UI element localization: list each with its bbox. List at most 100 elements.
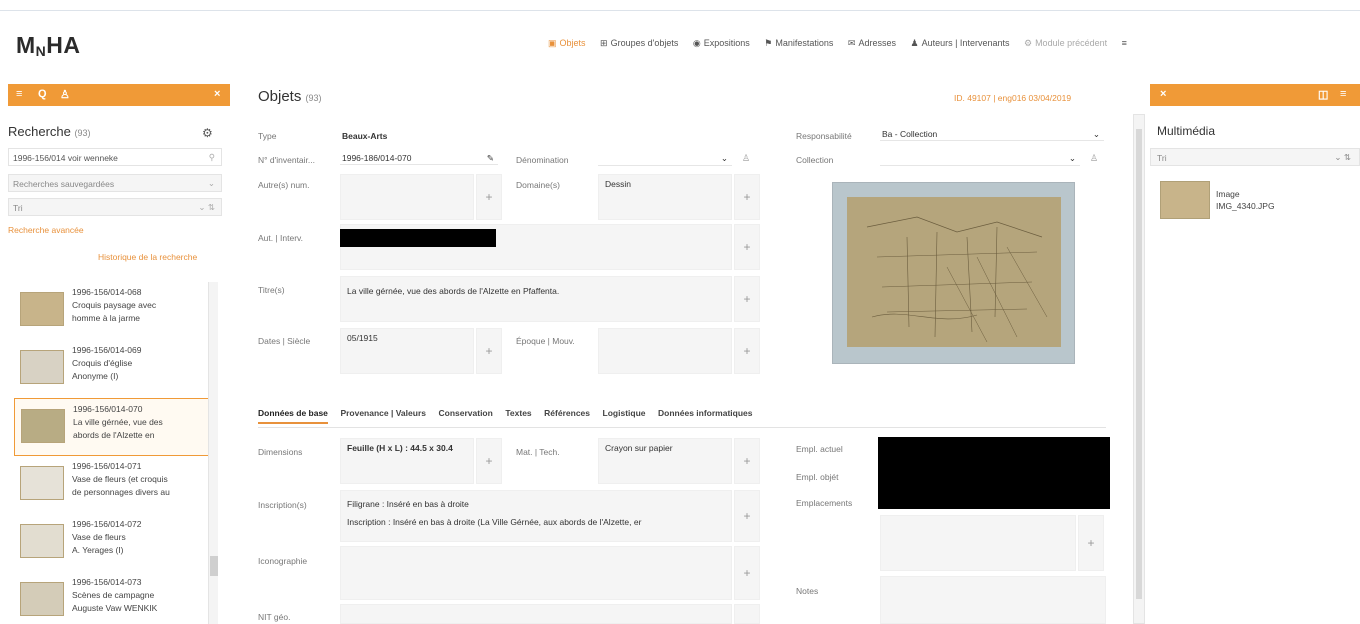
domain-field[interactable]: Dessin [598,174,732,220]
geo-label: NIT géo. [258,612,291,622]
tree-icon[interactable]: ♙ [60,88,70,101]
add-iconography-button[interactable]: + [734,546,760,600]
notes-field[interactable] [880,576,1106,624]
close-icon[interactable]: × [214,88,220,100]
mat-tech-label: Mat. | Tech. [516,447,560,457]
settings-icon[interactable]: ⚙ [202,126,213,140]
artwork-photo[interactable] [832,182,1075,364]
author-label: Aut. | Interv. [258,233,304,243]
person-icon: ♟ [910,38,919,48]
object-location-label: Empl. objét [796,472,839,482]
add-domain-button[interactable]: + [734,174,760,220]
nav-groupes[interactable]: ⊞ Groupes d'objets [600,38,678,49]
other-numbers-field[interactable] [340,174,474,220]
tab-references[interactable]: Références [544,408,590,422]
artwork-thumbnail [20,466,64,500]
advanced-search-link[interactable]: Recherche avancée [8,225,84,235]
dates-label: Dates | Siècle [258,336,311,346]
denomination-select[interactable]: ⌄ [598,152,732,166]
geo-field[interactable] [340,604,732,624]
add-date-button[interactable]: + [476,328,502,374]
menu-icon[interactable]: ≡ [1340,88,1346,100]
columns-icon[interactable]: ◫ [1318,88,1328,101]
dates-field[interactable]: 05/1915 [340,328,474,374]
add-dimension-button[interactable]: + [476,438,502,484]
iconography-field[interactable] [340,546,732,600]
nav-more[interactable]: ≡ [1122,38,1130,48]
list-item[interactable]: 1996-156/014-071 Vase de fleurs (et croqu… [14,456,210,514]
search-title: Recherche (93) [8,124,91,139]
inscription-field[interactable]: Filigrane : Inséré en bas à droite Inscr… [340,490,732,542]
add-inscription-button[interactable]: + [734,490,760,542]
tree-icon[interactable]: ♙ [1090,153,1098,164]
tab-donnees-informatiques[interactable]: Données informatiques [658,408,752,422]
search-icon[interactable]: Q [38,88,47,100]
chevron-down-icon: ⌄ ⇅ [1334,152,1351,162]
responsibility-select[interactable]: Ba - Collection ⌄ [880,128,1104,141]
drawing-image [847,197,1061,347]
list-item[interactable]: 1996-156/014-068 Croquis paysage avec homm… [14,282,210,340]
chevron-down-icon: ⌄ [207,178,215,188]
pencil-icon[interactable]: ✎ [487,153,494,164]
page-title: Objets (93) [258,88,322,105]
artwork-thumbnail [21,409,65,443]
list-item[interactable]: 1996-156/014-073 Scènes de campagne August… [14,572,210,624]
dimensions-field[interactable]: Feuille (H x L) : 44.5 x 30.4 [340,438,474,484]
sort-icon: ⌄ ⇅ [198,202,215,212]
nav-auteurs[interactable]: ♟ Auteurs | Intervenants [911,38,1010,49]
search-input[interactable]: 1996-156/014 voir wenneke ⚲ [8,148,222,166]
add-epoque-button[interactable]: + [734,328,760,374]
list-item[interactable]: 1996-156/014-072 Vase de fleurs A. Yerages… [14,514,210,572]
menu-icon[interactable]: ≡ [16,88,22,100]
scrollbar-thumb[interactable] [1136,129,1142,599]
collection-select[interactable]: ⌄ [880,152,1080,166]
media-info[interactable]: Image IMG_4340.JPG [1216,188,1275,212]
list-item-selected[interactable]: 1996-156/014-070 La ville gérnée, vue des… [14,398,210,456]
saved-searches-select[interactable]: Recherches sauvegardées ⌄ [8,174,222,192]
tab-logistique[interactable]: Logistique [603,408,646,422]
add-location-button[interactable]: + [1078,515,1104,571]
detail-tabs: Données de base Provenance | Valeurs Con… [258,408,1106,428]
envelope-icon: ✉ [847,38,856,48]
tree-icon[interactable]: ♙ [742,153,750,164]
nav-manifestations[interactable]: ⚑ Manifestations [764,38,833,49]
artwork-thumbnail [20,582,64,616]
redacted-block [878,437,1110,509]
result-list: 1996-156/014-068 Croquis paysage avec homm… [14,282,210,624]
result-list-scrollbar[interactable] [208,282,218,624]
add-geo-button[interactable] [734,604,760,624]
epoque-field[interactable] [598,328,732,374]
add-author-button[interactable]: + [734,224,760,270]
tab-provenance[interactable]: Provenance | Valeurs [340,408,426,422]
close-icon[interactable]: × [1160,88,1166,100]
media-thumbnail[interactable] [1160,181,1210,219]
add-mat-tech-button[interactable]: + [734,438,760,484]
mnha-logo[interactable]: MNHA [16,32,81,59]
multimedia-sort-select[interactable]: Tri ⌄ ⇅ [1150,148,1360,166]
tab-conservation[interactable]: Conservation [439,408,493,422]
eye-icon: ◉ [692,38,701,48]
tab-donnees-base[interactable]: Données de base [258,408,328,424]
scrollbar-thumb[interactable] [210,556,218,576]
main-nav: ▣ Objets ⊞ Groupes d'objets ◉ Expositions ⚑… [548,38,1142,49]
sort-select[interactable]: Tri ⌄ ⇅ [8,198,222,216]
inventory-label: N° d'inventair... [258,155,315,165]
main-scrollbar[interactable] [1133,114,1145,624]
list-item[interactable]: 1996-156/014-069 Croquis d'église Anonyme … [14,340,210,398]
inventory-field[interactable]: 1996-186/014-070 ✎ [340,152,498,165]
mat-tech-field[interactable]: Crayon sur papier [598,438,732,484]
search-history-link[interactable]: Historique de la recherche [98,252,197,262]
add-other-number-button[interactable]: + [476,174,502,220]
locations-field[interactable] [880,515,1076,571]
add-title-button[interactable]: + [734,276,760,322]
multimedia-title: Multimédia [1157,124,1216,138]
nav-adresses[interactable]: ✉ Adresses [848,38,896,49]
chevron-down-icon: ⌄ [1092,129,1100,139]
nav-expositions[interactable]: ◉ Expositions [693,38,750,49]
nav-module-precedent[interactable]: ⚙ Module précédent [1024,38,1107,49]
search-icon: ⚲ [208,152,215,162]
title-field[interactable]: La ville gérnée, vue des abords de l'Alz… [340,276,732,322]
object-id-line: ID. 49107 | eng016 03/04/2019 [954,93,1072,103]
nav-objets[interactable]: ▣ Objets [548,38,586,49]
tab-textes[interactable]: Textes [505,408,531,422]
